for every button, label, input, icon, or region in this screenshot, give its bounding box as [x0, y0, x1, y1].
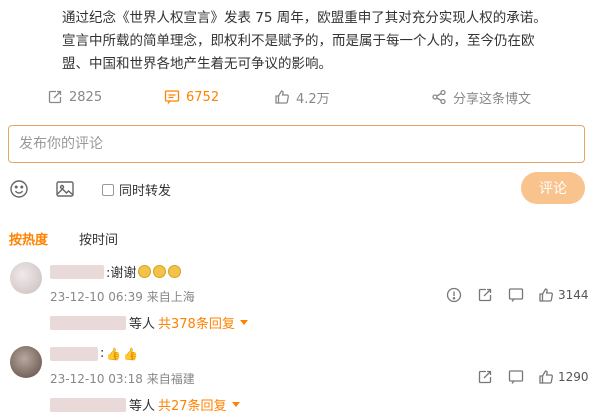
- comment-input-wrapper: [8, 125, 585, 163]
- thumbs-up-icon[interactable]: [538, 369, 554, 385]
- comment-icon: [164, 90, 180, 104]
- image-icon[interactable]: [55, 179, 75, 199]
- post-line: 宣言中所载的简单理念，即权利不是赋予的，而是属于每一个人的，至今仍在欧: [62, 33, 535, 49]
- emoji-icon: [168, 265, 182, 278]
- tab-sort-time[interactable]: 按时间: [79, 229, 118, 248]
- submit-comment-button[interactable]: 评论: [521, 172, 585, 204]
- share-button[interactable]: 分享这条博文: [431, 86, 531, 108]
- comment-input[interactable]: [9, 126, 584, 162]
- comment-body: : 👍 👍: [50, 346, 138, 361]
- comment-text: :谢谢: [106, 266, 137, 281]
- post-action-bar: 2825 6752 4.2万 分享这条博文: [0, 86, 600, 108]
- share-label: 分享这条博文: [453, 91, 532, 107]
- composer-toolbar: 同时转发 评论: [0, 172, 600, 204]
- tab-sort-hot[interactable]: 按热度: [9, 229, 48, 248]
- replier-names-blurred[interactable]: [50, 397, 126, 412]
- repost-icon[interactable]: [477, 287, 493, 303]
- comment-text: :: [100, 346, 105, 361]
- repost-icon: [48, 90, 62, 104]
- caret-down-icon: [231, 402, 240, 407]
- comment-actions: 3144: [0, 287, 600, 305]
- emoji-icon: [138, 265, 152, 278]
- like-count: 4.2万: [296, 91, 330, 107]
- reply-summary: 等人 共378条回复: [50, 313, 248, 332]
- view-replies-link[interactable]: 共378条回复: [158, 313, 248, 332]
- thumbs-up-emoji-icon: 👍: [123, 346, 139, 361]
- comment-actions: 1290: [0, 369, 600, 387]
- reply-prefix: 等人: [129, 399, 156, 414]
- comment-item: : 👍 👍 23-12-10 03:18 来自福建 1290 等人 共27条回复: [0, 344, 600, 414]
- caret-down-icon: [239, 320, 248, 325]
- comment-button[interactable]: 6752: [164, 86, 219, 108]
- reply-icon[interactable]: [508, 287, 524, 303]
- checkbox-box[interactable]: [102, 183, 114, 196]
- repost-icon[interactable]: [477, 369, 493, 385]
- comment-like-count: 3144: [558, 288, 589, 302]
- reply-count: 共27条回复: [158, 399, 227, 414]
- thumbs-up-emoji-icon: 👍: [106, 346, 122, 361]
- info-icon[interactable]: [446, 287, 462, 303]
- share-icon: [432, 89, 446, 105]
- thumbs-up-icon[interactable]: [538, 287, 554, 303]
- like-button[interactable]: 4.2万: [274, 86, 330, 108]
- repost-count: 2825: [69, 89, 103, 105]
- view-replies-link[interactable]: 共27条回复: [158, 395, 240, 414]
- repost-checkbox[interactable]: 同时转发: [102, 180, 171, 199]
- reply-count: 共378条回复: [158, 317, 235, 332]
- sort-tabs: 按热度 按时间: [0, 229, 600, 249]
- post-line: 盟、中国和世界各地产生着无可争议的影响。: [62, 56, 332, 72]
- reply-icon[interactable]: [508, 369, 524, 385]
- repost-button[interactable]: 2825: [47, 86, 102, 108]
- username-blurred[interactable]: [50, 346, 98, 361]
- post-text: 通过纪念《世界人权宣言》发表 75 周年，欧盟重申了其对充分实现人权的承诺。 宣…: [62, 7, 592, 76]
- repost-checkbox-label: 同时转发: [119, 184, 172, 199]
- reply-prefix: 等人: [129, 317, 156, 332]
- reply-summary: 等人 共27条回复: [50, 395, 240, 414]
- comment-like-count: 1290: [558, 370, 589, 384]
- comment-item: :谢谢 23-12-10 06:39 来自上海 3144 等人 共378条回复: [0, 258, 600, 332]
- emoji-icon: [153, 265, 167, 278]
- post-line: 通过纪念《世界人权宣言》发表 75 周年，欧盟重申了其对充分实现人权的承诺。: [62, 10, 547, 26]
- emoji-icon[interactable]: [9, 179, 29, 199]
- username-blurred[interactable]: [50, 264, 104, 279]
- thumbs-up-icon: [275, 90, 289, 104]
- comment-body: :谢谢: [50, 262, 182, 281]
- comment-count: 6752: [186, 89, 220, 105]
- replier-names-blurred[interactable]: [50, 315, 126, 330]
